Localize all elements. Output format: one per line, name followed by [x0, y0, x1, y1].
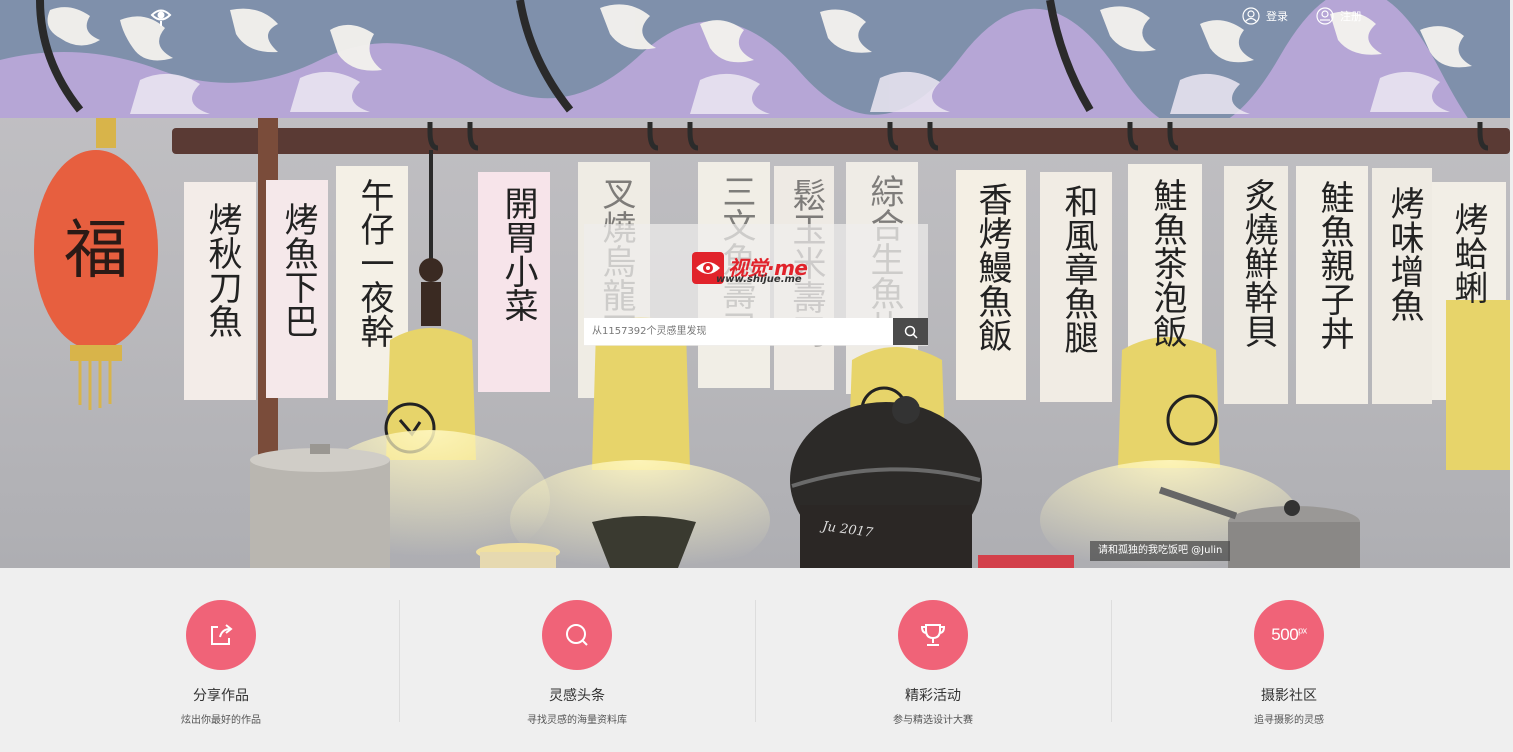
sign-text: 開胃小菜: [498, 186, 538, 322]
feature-title[interactable]: 摄影社区: [1111, 685, 1467, 705]
register-link[interactable]: 注册: [1316, 6, 1362, 26]
trophy-icon: [920, 624, 946, 646]
feature-subtitle: 炫出你最好的作品: [181, 715, 261, 726]
eye-logo-icon[interactable]: [150, 4, 172, 26]
feature-subtitle: 寻找灵感的海量资料库: [527, 715, 627, 726]
feature-inspiration-button[interactable]: [542, 600, 612, 670]
feature-photography-button[interactable]: 500px: [1254, 600, 1324, 670]
feature-subtitle: 参与精选设计大赛: [893, 715, 973, 726]
feature-photography[interactable]: 500px 摄影社区 追寻摄影的灵感: [1111, 568, 1467, 752]
sign-text: 烤魚下巴: [278, 202, 318, 338]
sign-text: 烤蛤蜊: [1448, 202, 1488, 304]
lantern-character: 福: [64, 214, 128, 288]
sign-text: 烤秋刀魚: [202, 202, 242, 338]
brand-logo[interactable]: 视觉·me www.shijue.me: [692, 252, 832, 292]
feature-events-button[interactable]: [898, 600, 968, 670]
login-label: 登录: [1266, 10, 1288, 23]
hero-banner: 福 Ju 2017 烤秋刀魚 烤魚下巴 午仔一夜幹 開胃小菜 香烤鰻魚飯 和風章…: [0, 0, 1510, 568]
sign-text: 鮭魚茶泡飯: [1147, 178, 1187, 348]
sign-text: 和風章魚腿: [1058, 184, 1098, 354]
feature-inspiration[interactable]: 灵感头条 寻找灵感的海量资料库: [399, 568, 755, 752]
share-icon: [211, 624, 233, 645]
artwork-credit[interactable]: 请和孤独的我吃饭吧 @Julin: [1090, 541, 1231, 561]
feature-share[interactable]: 分享作品 炫出你最好的作品: [43, 568, 399, 752]
user-icon: [1242, 7, 1260, 25]
feature-events[interactable]: 精彩活动 参与精选设计大赛: [755, 568, 1111, 752]
feature-row: 分享作品 炫出你最好的作品 灵感头条 寻找灵感的海量资料库 精彩活动 参与精选设…: [0, 568, 1510, 752]
sign-text: 鮭魚親子丼: [1314, 180, 1354, 350]
feature-share-button[interactable]: [186, 600, 256, 670]
sign-text: 烤味增魚: [1384, 186, 1424, 322]
sign-text: 香烤鰻魚飯: [972, 182, 1012, 352]
search-button[interactable]: [893, 318, 928, 345]
feature-title[interactable]: 精彩活动: [755, 685, 1111, 705]
login-link[interactable]: 登录: [1242, 6, 1288, 26]
top-nav: 登录 注册: [0, 0, 1510, 34]
search-icon: [566, 624, 588, 646]
search-bar: [584, 318, 928, 345]
500px-icon: 500px: [1271, 625, 1307, 644]
sign-text: 炙燒鮮幹貝: [1238, 178, 1278, 348]
search-input[interactable]: [584, 318, 893, 345]
feature-subtitle: 追寻摄影的灵感: [1254, 715, 1324, 726]
user-add-icon: [1316, 7, 1334, 25]
brand-url: www.shijue.me: [716, 274, 802, 285]
feature-title[interactable]: 灵感头条: [399, 685, 755, 705]
search-icon: [904, 325, 918, 339]
sign-text: 午仔一夜幹: [354, 178, 394, 348]
feature-title[interactable]: 分享作品: [43, 685, 399, 705]
register-label: 注册: [1340, 10, 1362, 23]
